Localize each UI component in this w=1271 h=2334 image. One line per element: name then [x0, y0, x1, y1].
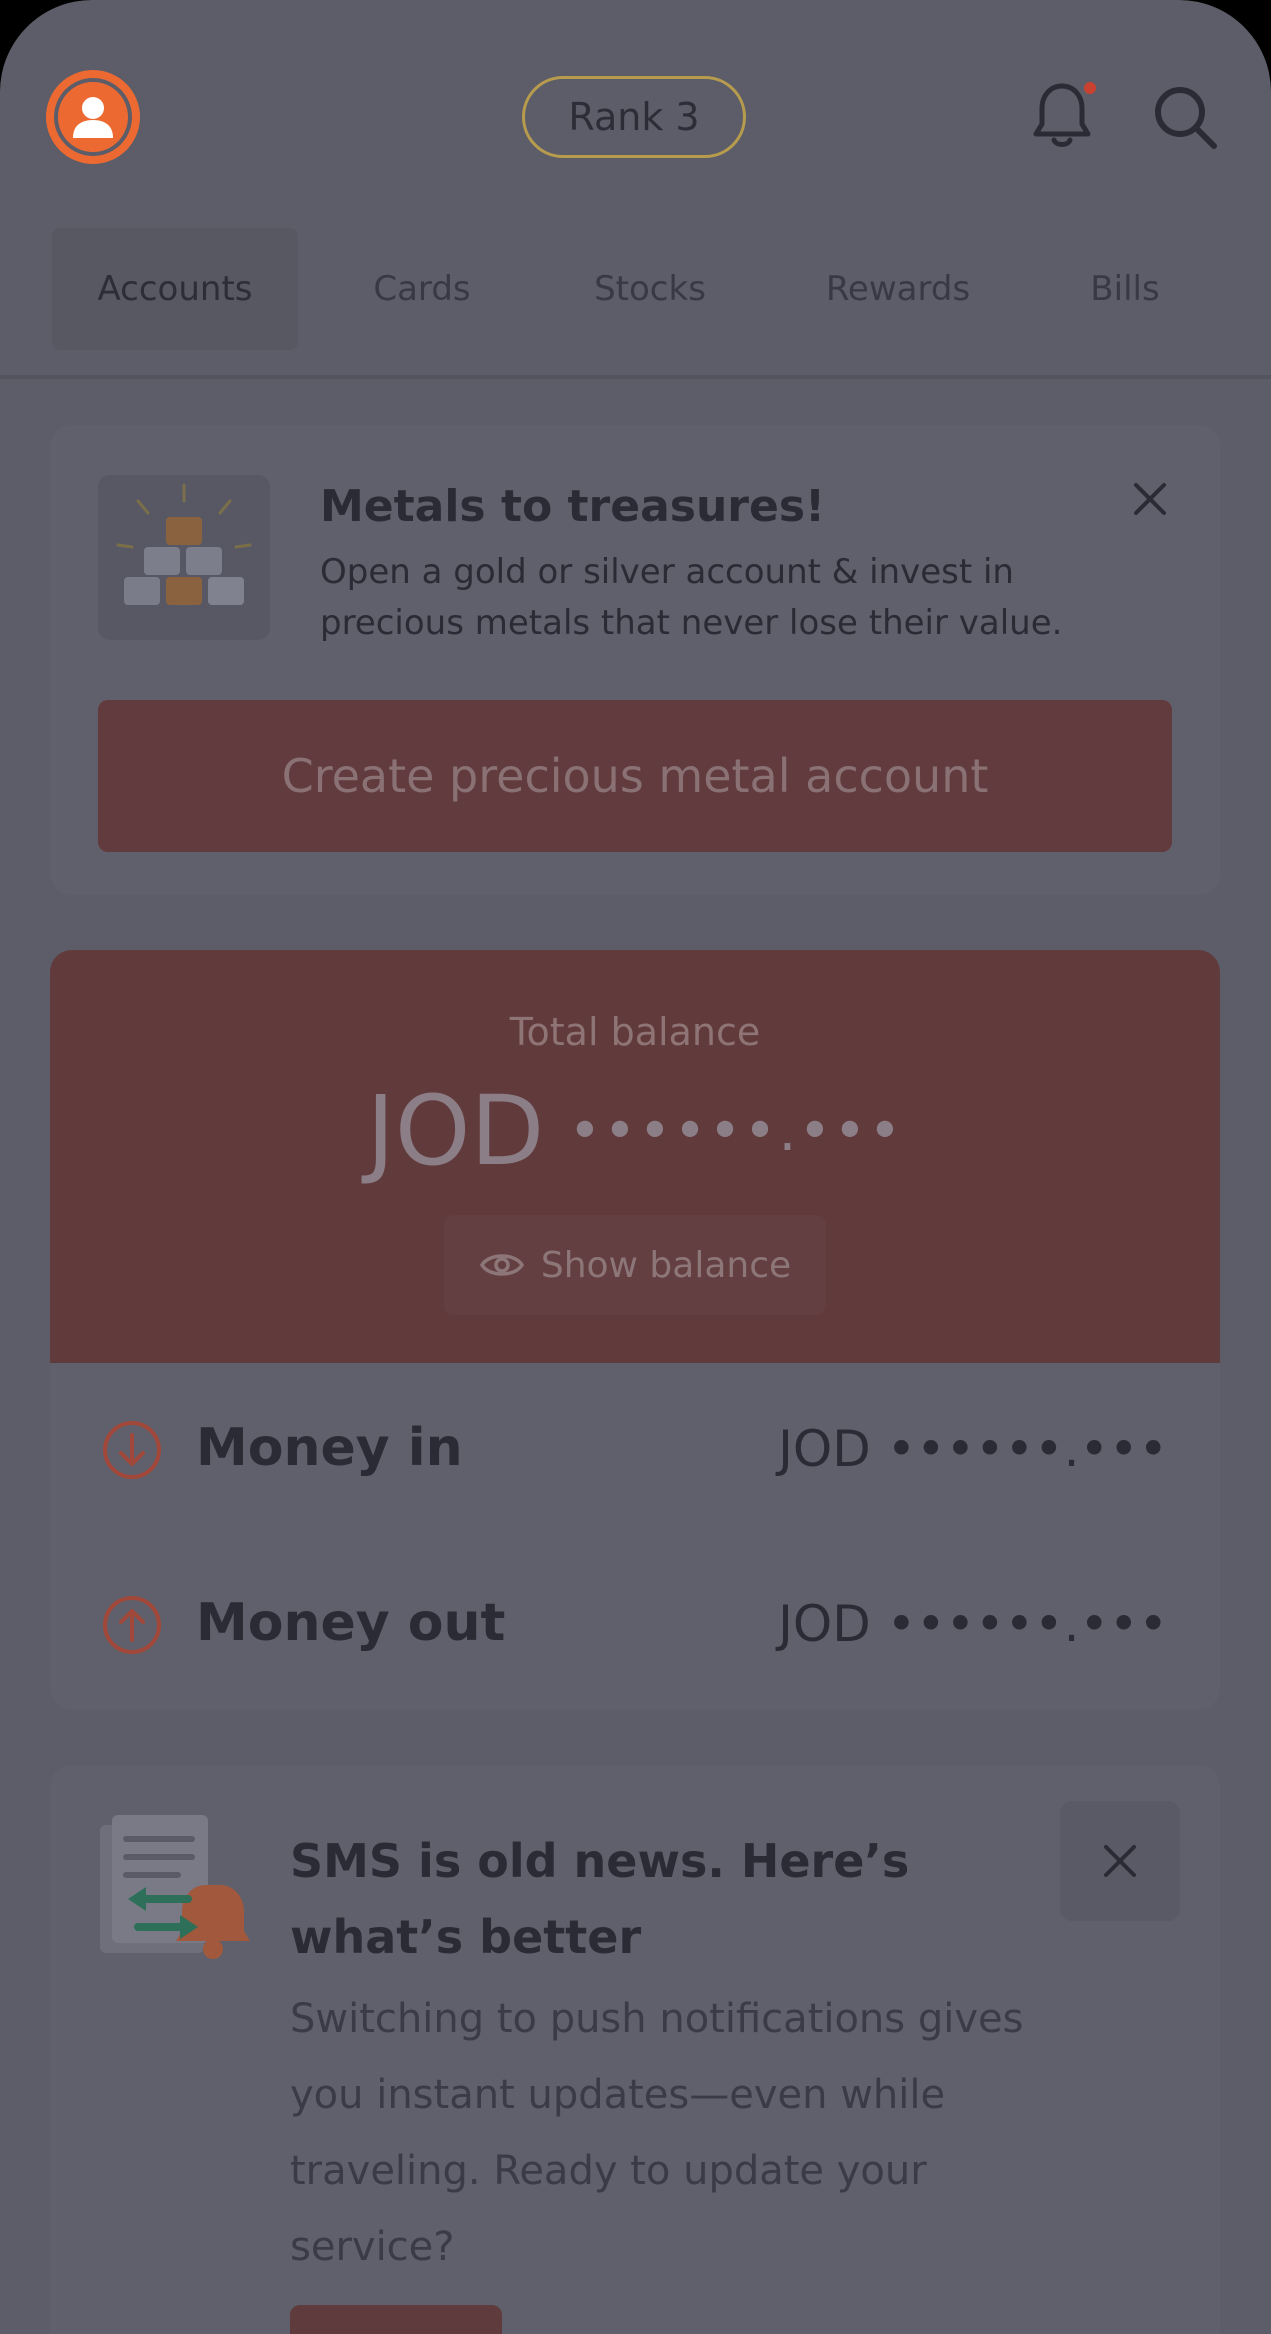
- arrow-down-circle-icon: [102, 1420, 162, 1480]
- button-label: Create precious metal account: [281, 749, 989, 803]
- gold-bars-icon: [98, 475, 270, 640]
- close-button[interactable]: [1060, 1801, 1180, 1921]
- balance-label: Total balance: [509, 1010, 761, 1054]
- tab-cards[interactable]: Cards: [340, 228, 504, 350]
- tab-label: Bills: [1090, 269, 1160, 309]
- money-in-label: Money in: [196, 1418, 463, 1478]
- tab-accounts[interactable]: Accounts: [52, 228, 298, 350]
- close-button[interactable]: [1128, 477, 1172, 521]
- avatar-ring: [54, 78, 132, 156]
- tab-stocks[interactable]: Stocks: [568, 228, 732, 350]
- sms-to-push-icon: [98, 1815, 258, 1965]
- close-icon: [1104, 1845, 1136, 1877]
- promo-title: Metals to treasures!: [320, 481, 826, 532]
- app-screen: Rank 3 Accounts Cards Stocks Rewards Bil…: [0, 0, 1271, 2334]
- profile-button[interactable]: [46, 70, 140, 164]
- balance-header: Total balance JOD ••••••.••• Show balance: [50, 950, 1220, 1363]
- sms-promo-card: SMS is old news. Here’s what’s better Sw…: [50, 1765, 1220, 2334]
- money-in-value: JOD ••••••.•••: [778, 1420, 1168, 1478]
- tab-label: Rewards: [825, 269, 971, 309]
- money-out-row[interactable]: Money out JOD ••••••.•••: [50, 1565, 1220, 1685]
- tab-rewards[interactable]: Rewards: [800, 228, 996, 350]
- money-in-row[interactable]: Money in JOD ••••••.•••: [50, 1390, 1220, 1510]
- arrow-up-circle-icon: [102, 1595, 162, 1655]
- metals-promo-card: Metals to treasures! Open a gold or silv…: [50, 425, 1220, 895]
- tab-label: Cards: [373, 269, 471, 309]
- balance-card: Total balance JOD ••••••.••• Show balance: [50, 950, 1220, 1710]
- update-service-button[interactable]: [290, 2305, 502, 2334]
- promo-description: Open a gold or silver account & invest i…: [320, 552, 1063, 643]
- tab-bills[interactable]: Bills: [1060, 228, 1190, 350]
- money-out-value: JOD ••••••.•••: [778, 1595, 1168, 1653]
- promo-description: Switching to push notifications gives yo…: [290, 1996, 1024, 2270]
- create-metal-account-button[interactable]: Create precious metal account: [98, 700, 1172, 852]
- rank-badge[interactable]: Rank 3: [522, 76, 746, 158]
- search-button[interactable]: [1150, 82, 1220, 152]
- close-icon: [1134, 483, 1166, 515]
- search-icon: [1155, 87, 1217, 149]
- section-tabs: Accounts Cards Stocks Rewards Bills: [0, 220, 1271, 379]
- rank-label: Rank 3: [568, 95, 700, 139]
- balance-amount: JOD ••••••.•••: [50, 1075, 1220, 1187]
- user-avatar-icon: [58, 82, 128, 152]
- button-label: Show balance: [540, 1244, 792, 1286]
- balance-currency: JOD: [366, 1075, 545, 1187]
- tab-label: Stocks: [594, 269, 706, 309]
- tab-label: Accounts: [97, 269, 253, 309]
- notification-dot: [1084, 82, 1096, 94]
- promo-title: SMS is old news. Here’s what’s better: [290, 1834, 910, 1964]
- top-bar: Rank 3: [0, 0, 1271, 215]
- eye-icon: [479, 1254, 524, 1276]
- balance-masked-value: ••••••.•••: [568, 1098, 904, 1164]
- show-balance-button[interactable]: Show balance: [444, 1215, 826, 1315]
- money-out-label: Money out: [196, 1593, 506, 1653]
